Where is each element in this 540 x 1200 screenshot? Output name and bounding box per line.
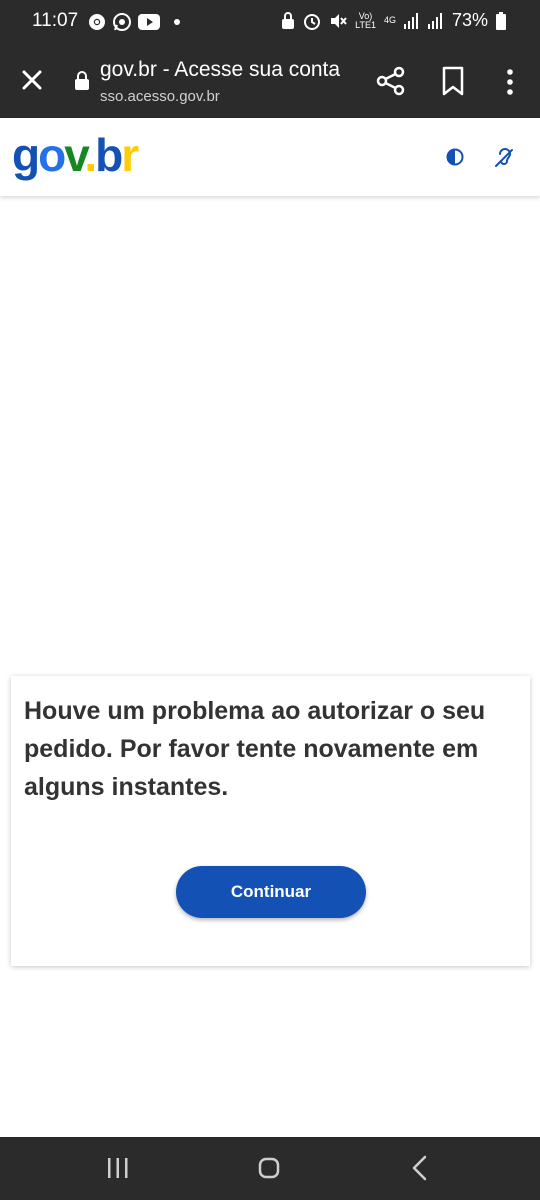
- page-title: gov.br - Acesse sua conta: [100, 58, 341, 81]
- status-time: 11:07: [32, 10, 79, 31]
- alarm-icon: [304, 13, 321, 30]
- home-icon[interactable]: [258, 1157, 280, 1179]
- more-options-icon[interactable]: [500, 68, 520, 96]
- youtube-icon: [138, 14, 160, 30]
- lock-screen-icon: [282, 11, 295, 29]
- battery-percent: 73%: [451, 10, 488, 30]
- govbr-logo[interactable]: gov.br: [12, 128, 139, 182]
- page-url: sso.acesso.gov.br: [100, 88, 220, 105]
- signal-icon: [403, 12, 418, 29]
- contrast-icon[interactable]: [446, 148, 464, 166]
- close-icon[interactable]: [18, 66, 46, 94]
- net-type-label: 4G: [383, 15, 396, 25]
- whatsapp-icon: [113, 13, 131, 31]
- status-right-icons: Vo) LTE1 4G 73%: [281, 10, 506, 31]
- back-icon[interactable]: [410, 1155, 430, 1181]
- network-label: Vo) LTE1: [355, 10, 376, 30]
- recent-apps-icon[interactable]: [106, 1157, 130, 1179]
- chrome-icon: [89, 14, 105, 30]
- system-nav-bar: [0, 1137, 540, 1200]
- mute-icon: [331, 13, 347, 28]
- notification-dot: [174, 19, 180, 25]
- status-bar: 11:07 Vo) LTE1 4G 73%: [0, 0, 540, 44]
- signal-icon-2: [427, 12, 442, 29]
- bookmark-icon[interactable]: [441, 66, 465, 96]
- battery-icon: [496, 11, 506, 30]
- share-icon[interactable]: [376, 66, 406, 96]
- lock-icon: [75, 71, 89, 90]
- error-message: Houve um problema ao autorizar o seu ped…: [24, 697, 486, 801]
- continue-button[interactable]: Continuar: [176, 866, 366, 918]
- browser-toolbar: gov.br - Acesse sua conta sso.acesso.gov…: [0, 44, 540, 118]
- status-left-icons: [88, 12, 180, 32]
- accessibility-icon[interactable]: [494, 146, 514, 168]
- error-card: Houve um problema ao autorizar o seu ped…: [11, 676, 530, 966]
- site-header: gov.br: [0, 118, 540, 196]
